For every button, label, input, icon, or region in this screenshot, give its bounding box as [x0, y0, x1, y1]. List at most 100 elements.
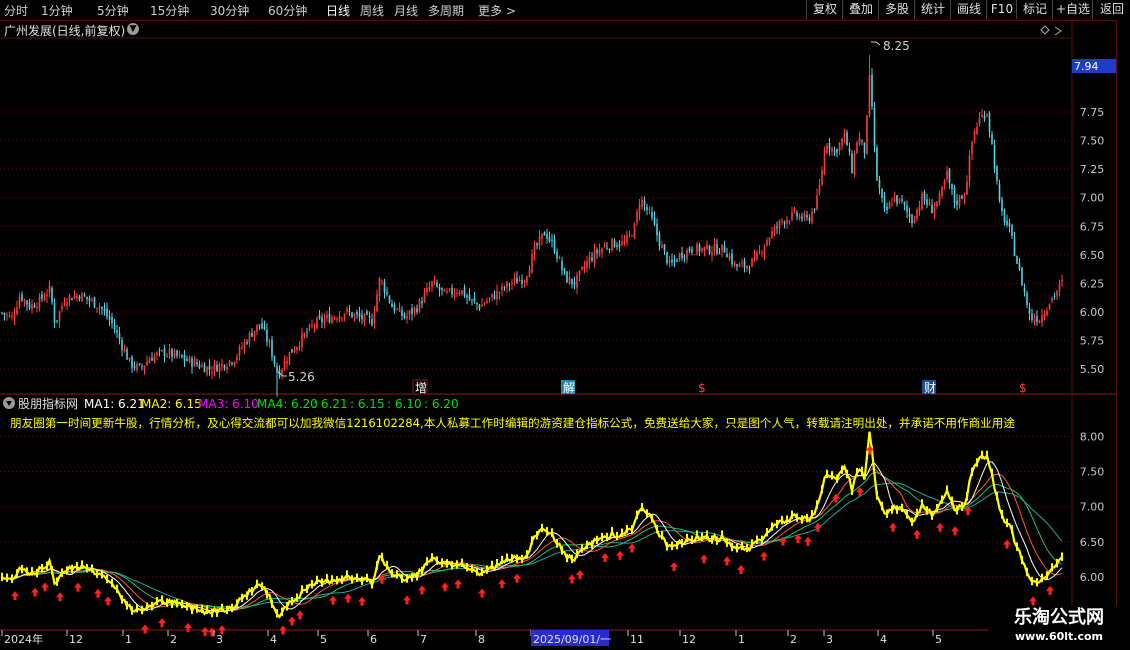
marker-jie[interactable]: 解: [563, 381, 575, 395]
candle-body: [908, 213, 911, 217]
indicator-title[interactable]: 股朋指标网: [18, 396, 78, 411]
buy-arrow-icon: [804, 536, 812, 546]
buy-arrow-icon: [513, 573, 521, 583]
right-scroll-strip[interactable]: [1116, 20, 1130, 650]
candle-body: [323, 319, 326, 324]
candle-body: [628, 233, 631, 235]
buy-arrow-icon: [344, 593, 352, 603]
candle-body: [993, 144, 996, 169]
candle-body: [111, 317, 113, 323]
sub-y-axis: 8.00 7.50 7.00 6.50 6.00: [1080, 431, 1105, 584]
candle-body: [326, 315, 328, 318]
candle-body: [741, 262, 743, 264]
candle-body: [496, 290, 498, 300]
candle-body: [373, 311, 376, 324]
candle-body: [123, 349, 126, 352]
x-axis-label: 4: [270, 633, 277, 646]
candle-body: [141, 366, 143, 368]
candle-body: [188, 357, 191, 362]
candle-body: [573, 282, 576, 286]
chevron-right-icon[interactable]: [1054, 26, 1062, 36]
candle-body: [951, 183, 953, 190]
candle-body: [881, 188, 883, 198]
candle-body: [743, 260, 746, 268]
candle-body: [958, 195, 961, 206]
marker-cai[interactable]: 财: [924, 381, 936, 395]
candle-body: [583, 266, 586, 269]
ma3-legend: MA3: 6.10: [198, 397, 259, 411]
candle-body: [926, 199, 928, 205]
candle-body: [673, 259, 676, 261]
candle-body: [571, 278, 573, 284]
candle-body: [858, 137, 861, 145]
candle-body: [968, 155, 971, 181]
buy-arrow-icon: [832, 493, 840, 503]
candle-body: [783, 221, 786, 224]
marker-dividend-1[interactable]: $: [698, 381, 706, 395]
candle-body: [868, 75, 871, 116]
main-y-tick-label: 7.25: [1080, 163, 1105, 176]
candle-body: [133, 365, 136, 369]
indicator-legend: 股朋指标网 MA1: 6.21 MA2: 6.15 MA3: 6.10 MA4:…: [3, 396, 1015, 430]
candle-body: [18, 297, 21, 308]
candle-body: [506, 281, 508, 288]
candle-body: [616, 245, 618, 247]
candle-body: [943, 181, 946, 185]
candle-body: [718, 252, 721, 254]
candle-body: [428, 286, 431, 290]
candle-body: [1023, 287, 1026, 293]
candle-body: [813, 208, 816, 210]
candle-body: [328, 313, 331, 323]
candle-body: [1033, 318, 1036, 321]
candle-body: [801, 216, 803, 220]
sub-gridlines: [0, 436, 1072, 578]
candle-body: [166, 355, 168, 357]
candle-body: [383, 281, 386, 293]
buy-arrow-icon: [141, 624, 149, 634]
buy-arrow-icon: [814, 522, 822, 532]
candle-body: [11, 315, 13, 317]
candle-body: [288, 351, 291, 364]
candle-body: [61, 306, 63, 310]
candle-body: [461, 290, 463, 295]
candle-body: [23, 299, 26, 302]
candle-body: [856, 142, 858, 154]
candle-body: [883, 195, 886, 209]
sub-y-tick-label: 7.00: [1080, 501, 1105, 514]
candle-body: [336, 318, 338, 320]
candle-body: [233, 361, 236, 365]
candle-body: [643, 201, 646, 205]
candle-body: [73, 295, 76, 299]
candle-body: [78, 296, 81, 300]
candle-body: [658, 233, 661, 247]
candle-body: [426, 287, 428, 293]
candle-body: [803, 213, 806, 218]
candle-body: [1051, 297, 1053, 302]
candle-body: [91, 299, 93, 301]
candle-body: [898, 198, 901, 202]
panel-controls[interactable]: [1040, 25, 1062, 36]
candle-body: [1043, 313, 1046, 318]
candle-body: [848, 148, 851, 152]
candle-body: [51, 288, 53, 303]
candle-body: [376, 294, 378, 312]
marker-dividend-2[interactable]: $: [1019, 381, 1027, 395]
candle-body: [811, 211, 813, 223]
extra-value-2: : 6.15: [350, 397, 385, 411]
candle-body: [58, 311, 61, 322]
candle-body: [873, 108, 876, 146]
candle-body: [636, 212, 638, 223]
candle-body: [291, 349, 293, 353]
candle-body: [666, 252, 668, 264]
diamond-icon[interactable]: [1040, 25, 1050, 35]
candle-body: [108, 315, 111, 320]
candle-body: [243, 342, 246, 348]
candle-body: [513, 278, 516, 281]
candle-body: [351, 312, 353, 318]
candle-body: [941, 187, 943, 196]
candle-body: [298, 346, 301, 348]
candle-body: [671, 259, 673, 263]
marker-zeng[interactable]: 增: [415, 381, 427, 395]
candle-body: [793, 210, 796, 212]
candle-body: [308, 324, 311, 331]
